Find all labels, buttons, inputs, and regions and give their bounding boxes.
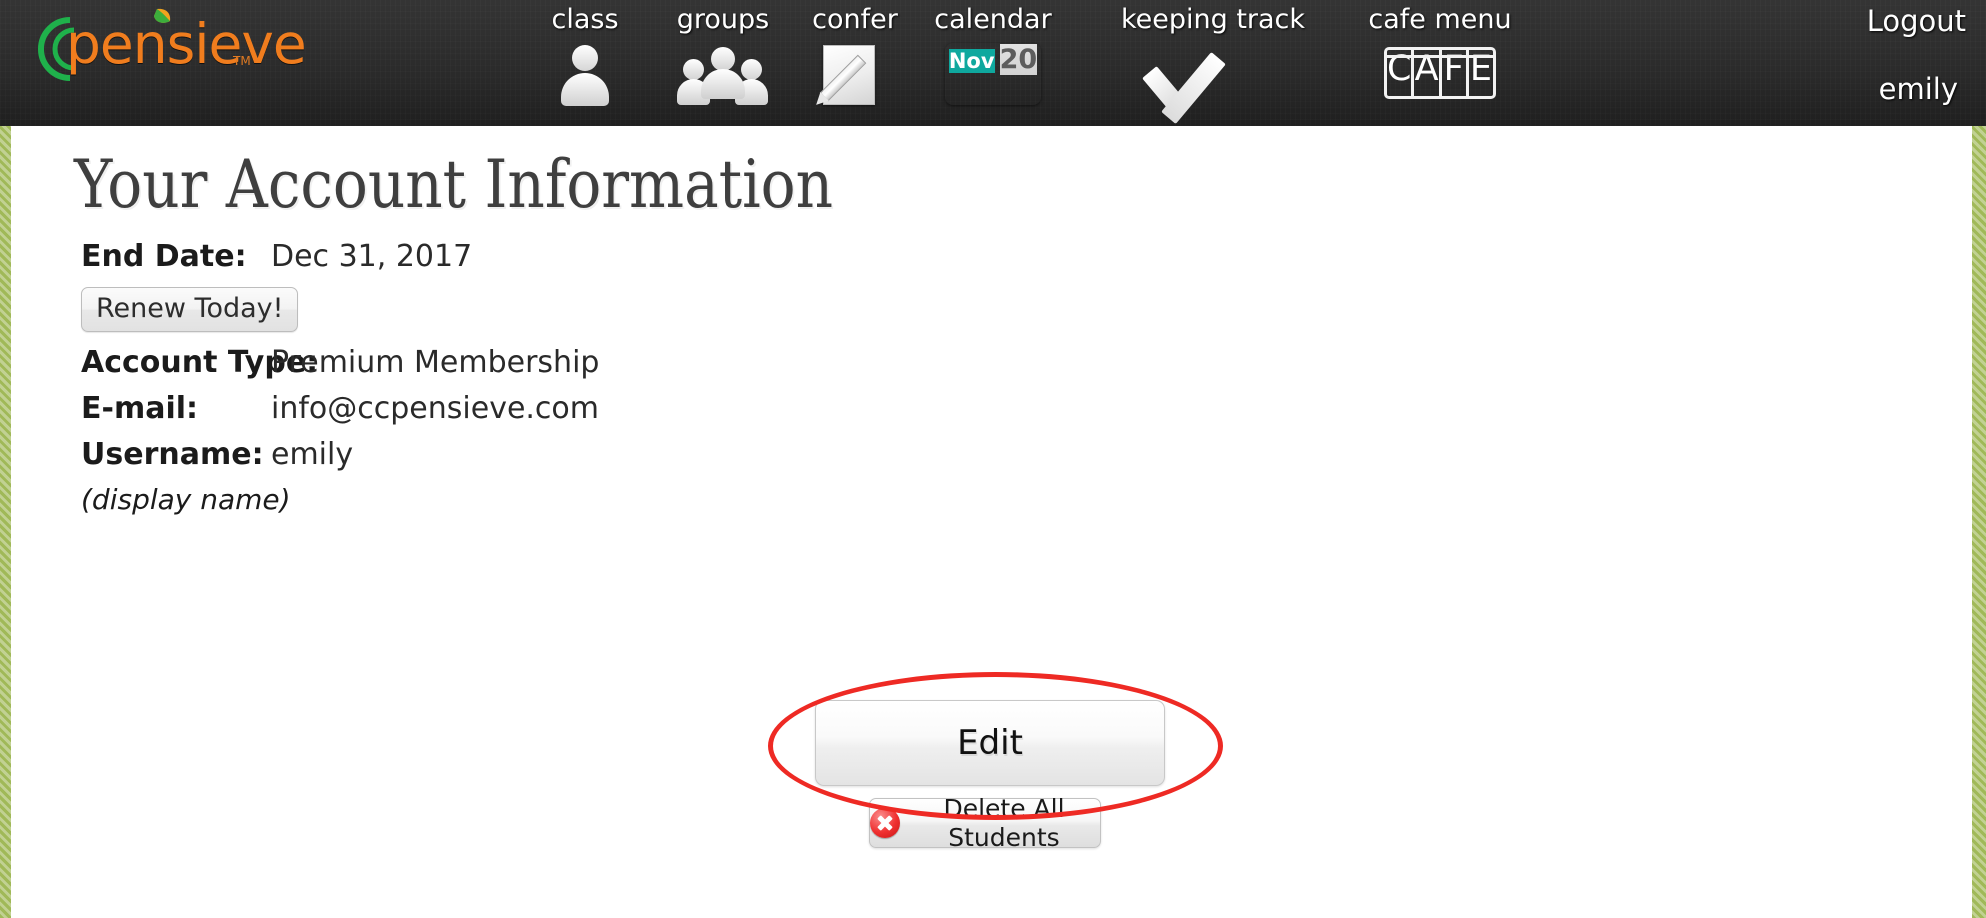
renew-row: Renew Today! — [81, 285, 981, 345]
current-user-link[interactable]: emily — [1879, 72, 1958, 106]
right-border-stripe — [1972, 126, 1986, 918]
pensieve-logo[interactable]: pensieve TM — [14, 6, 324, 92]
edit-button[interactable]: Edit — [815, 700, 1165, 786]
nav-item-cafe-menu[interactable]: cafe menu C A F E — [1320, 0, 1560, 126]
logout-link[interactable]: Logout — [1867, 4, 1966, 38]
label-username: Username: — [81, 437, 264, 472]
delete-all-students-label: Delete All Students — [943, 794, 1065, 852]
cafe-icon-letter-c: C — [1387, 50, 1415, 96]
calendar-icon-day: 20 — [999, 44, 1038, 75]
nav-label-cafe-menu: cafe menu — [1368, 4, 1512, 35]
account-information-list: End Date: Dec 31, 2017 Renew Today! Acco… — [81, 239, 981, 529]
nav-item-calendar[interactable]: calendar Nov 20 — [893, 0, 1093, 126]
info-row-display-name-note: (display name) — [81, 483, 981, 529]
nav-item-keeping-track[interactable]: keeping track — [1073, 0, 1353, 126]
cafe-icon: C A F E — [1320, 39, 1560, 109]
info-row-end-date: End Date: Dec 31, 2017 — [81, 239, 981, 285]
value-account-type: Premium Membership — [271, 345, 600, 380]
info-row-account-type: Account Type: Premium Membership — [81, 345, 981, 391]
renew-today-button[interactable]: Renew Today! — [81, 287, 299, 332]
info-row-username: Username: emily — [81, 437, 981, 483]
top-navigation-bar: pensieve TM class groups confer calendar… — [0, 0, 1986, 126]
cafe-icon-letter-a: A — [1414, 50, 1442, 96]
label-end-date: End Date: — [81, 239, 247, 274]
delete-all-students-button[interactable]: Delete All Students — [869, 794, 1101, 852]
value-end-date: Dec 31, 2017 — [271, 239, 473, 274]
logo-wordmark: pensieve — [66, 12, 307, 76]
cafe-icon-letter-e: E — [1469, 49, 1492, 89]
logo-trademark: TM — [233, 54, 251, 68]
page-title: Your Account Information — [74, 146, 834, 223]
info-row-email: E-mail: info@ccpensieve.com — [81, 391, 981, 437]
delete-x-icon — [870, 808, 900, 838]
display-name-note: (display name) — [81, 483, 291, 516]
main-content: Your Account Information End Date: Dec 3… — [11, 126, 1972, 918]
cafe-icon-letter-f: F — [1442, 50, 1469, 96]
left-border-stripe — [0, 126, 11, 918]
nav-label-calendar: calendar — [934, 4, 1052, 35]
page-root: pensieve TM class groups confer calendar… — [0, 0, 1986, 918]
nav-label-keeping-track: keeping track — [1120, 4, 1306, 35]
checkmark-icon — [1073, 39, 1353, 124]
label-email: E-mail: — [81, 391, 199, 426]
value-email: info@ccpensieve.com — [271, 391, 600, 426]
value-username: emily — [271, 437, 354, 472]
calendar-icon-month: Nov — [948, 49, 995, 73]
calendar-icon: Nov 20 — [893, 39, 1093, 109]
